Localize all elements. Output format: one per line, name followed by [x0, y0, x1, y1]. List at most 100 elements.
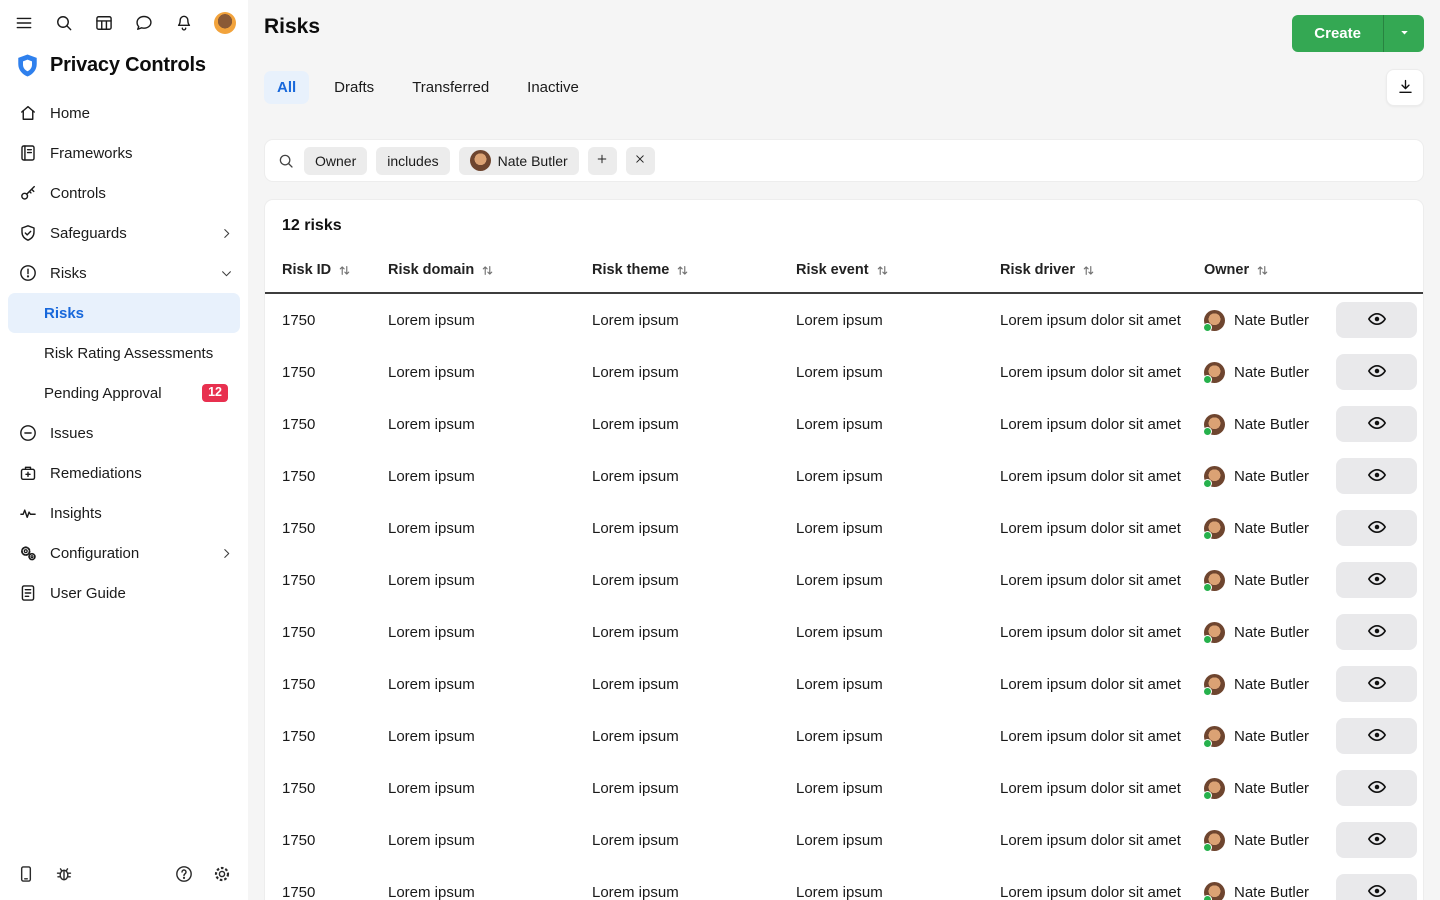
- cell-risk-event: Lorem ipsum: [796, 468, 1000, 485]
- eye-icon: [1367, 829, 1387, 852]
- view-button[interactable]: [1336, 822, 1417, 858]
- sidebar-item-label: Configuration: [50, 545, 139, 562]
- view-button[interactable]: [1336, 770, 1417, 806]
- sidebar: Privacy Controls Home Frameworks Controls S…: [0, 0, 248, 900]
- owner-avatar: [1204, 310, 1225, 331]
- sidebar-item-issues[interactable]: Issues: [0, 413, 248, 453]
- cell-risk-domain: Lorem ipsum: [388, 832, 592, 849]
- cell-risk-event: Lorem ipsum: [796, 572, 1000, 589]
- column-header-risk-driver[interactable]: Risk driver: [1000, 262, 1204, 278]
- cell-risk-id: 1750: [282, 364, 388, 381]
- configuration-icon: [18, 543, 38, 563]
- sidebar-subitem-risks[interactable]: Risks: [8, 293, 240, 333]
- column-header-risk-event[interactable]: Risk event: [796, 262, 1000, 278]
- cell-risk-id: 1750: [282, 728, 388, 745]
- owner-avatar: [1204, 622, 1225, 643]
- eye-icon: [1367, 777, 1387, 800]
- table-header: Risk ID Risk domainRisk themeRisk eventRi…: [265, 248, 1423, 294]
- table-row: 1750Lorem ipsumLorem ipsumLorem ipsumLor…: [265, 346, 1423, 398]
- sidebar-item-configuration[interactable]: Configuration: [0, 533, 248, 573]
- owner-name: Nate Butler: [1234, 832, 1309, 849]
- view-button[interactable]: [1336, 510, 1417, 546]
- column-header-risk-theme[interactable]: Risk theme: [592, 262, 796, 278]
- sidebar-item-frameworks[interactable]: Frameworks: [0, 133, 248, 173]
- sidebar-item-user-guide[interactable]: User Guide: [0, 573, 248, 613]
- view-button[interactable]: [1336, 874, 1417, 900]
- sidebar-footer: [0, 850, 248, 900]
- chat-icon[interactable]: [134, 13, 154, 33]
- sidebar-item-label: Insights: [50, 505, 102, 522]
- home-icon: [18, 103, 38, 123]
- cell-risk-driver: Lorem ipsum dolor sit amet: [1000, 312, 1204, 329]
- sidebar-item-home[interactable]: Home: [0, 93, 248, 133]
- view-button[interactable]: [1336, 562, 1417, 598]
- notifications-icon[interactable]: [174, 13, 194, 33]
- view-button[interactable]: [1336, 614, 1417, 650]
- view-button[interactable]: [1336, 354, 1417, 390]
- app-logo: Privacy Controls: [0, 42, 248, 91]
- view-button[interactable]: [1336, 666, 1417, 702]
- search-icon[interactable]: [54, 13, 74, 33]
- sidebar-item-insights[interactable]: Insights: [0, 493, 248, 533]
- view-button[interactable]: [1336, 458, 1417, 494]
- create-dropdown-button[interactable]: [1383, 15, 1424, 52]
- filter-field-chip[interactable]: Owner: [304, 147, 367, 175]
- cell-risk-theme: Lorem ipsum: [592, 832, 796, 849]
- eye-icon: [1367, 569, 1387, 592]
- tab-all[interactable]: All: [264, 71, 309, 104]
- owner-avatar: [1204, 882, 1225, 900]
- sidebar-item-label: Safeguards: [50, 225, 127, 242]
- sidebar-item-remediations[interactable]: Remediations: [0, 453, 248, 493]
- view-button[interactable]: [1336, 718, 1417, 754]
- sidebar-subitem-risk-rating-assessments[interactable]: Risk Rating Assessments: [8, 333, 240, 373]
- tab-inactive[interactable]: Inactive: [514, 71, 592, 104]
- column-header-owner[interactable]: Owner: [1204, 262, 1336, 278]
- sidebar-subitem-pending-approval[interactable]: Pending Approval12: [8, 373, 240, 413]
- create-button[interactable]: Create: [1292, 15, 1383, 52]
- chevron-right-icon: [219, 226, 234, 241]
- apps-grid-icon[interactable]: [94, 13, 114, 33]
- cell-risk-event: Lorem ipsum: [796, 884, 1000, 900]
- table-body: 1750Lorem ipsumLorem ipsumLorem ipsumLor…: [265, 294, 1423, 900]
- owner-avatar: [1204, 570, 1225, 591]
- cell-risk-id: 1750: [282, 884, 388, 900]
- column-header-label: Risk ID: [282, 262, 331, 278]
- table-row: 1750Lorem ipsumLorem ipsumLorem ipsumLor…: [265, 554, 1423, 606]
- tab-drafts[interactable]: Drafts: [321, 71, 387, 104]
- menu-icon[interactable]: [14, 13, 34, 33]
- cell-risk-id: 1750: [282, 832, 388, 849]
- view-button[interactable]: [1336, 406, 1417, 442]
- sidebar-item-risks[interactable]: Risks: [0, 253, 248, 293]
- add-filter-button[interactable]: [588, 147, 617, 175]
- download-button[interactable]: [1386, 69, 1424, 106]
- cell-risk-driver: Lorem ipsum dolor sit amet: [1000, 364, 1204, 381]
- sidebar-item-label: Frameworks: [50, 145, 133, 162]
- sidebar-item-label: User Guide: [50, 585, 126, 602]
- view-button[interactable]: [1336, 302, 1417, 338]
- clear-filter-button[interactable]: [626, 147, 655, 175]
- user-avatar[interactable]: [214, 12, 236, 34]
- cell-actions: [1336, 510, 1417, 546]
- sidebar-item-safeguards[interactable]: Safeguards: [0, 213, 248, 253]
- sidebar-item-label: Home: [50, 105, 90, 122]
- filter-operator-chip[interactable]: includes: [376, 147, 449, 175]
- owner-avatar: [1204, 830, 1225, 851]
- search-icon: [277, 152, 295, 170]
- bug-report-icon[interactable]: [54, 864, 74, 884]
- cell-owner: Nate Butler: [1204, 622, 1336, 643]
- column-header-risk-domain[interactable]: Risk domain: [388, 262, 592, 278]
- help-icon[interactable]: [174, 864, 194, 884]
- cell-risk-event: Lorem ipsum: [796, 780, 1000, 797]
- cell-owner: Nate Butler: [1204, 830, 1336, 851]
- sidebar-item-controls[interactable]: Controls: [0, 173, 248, 213]
- filter-value-chip[interactable]: Nate Butler: [459, 147, 579, 175]
- owner-avatar: [470, 150, 491, 171]
- table-row: 1750Lorem ipsumLorem ipsumLorem ipsumLor…: [265, 450, 1423, 502]
- column-header-risk-id[interactable]: Risk ID: [282, 262, 388, 278]
- settings-icon[interactable]: [212, 864, 232, 884]
- cell-risk-event: Lorem ipsum: [796, 416, 1000, 433]
- owner-name: Nate Butler: [1234, 780, 1309, 797]
- tab-transferred[interactable]: Transferred: [399, 71, 502, 104]
- device-icon[interactable]: [16, 864, 36, 884]
- eye-icon: [1367, 465, 1387, 488]
